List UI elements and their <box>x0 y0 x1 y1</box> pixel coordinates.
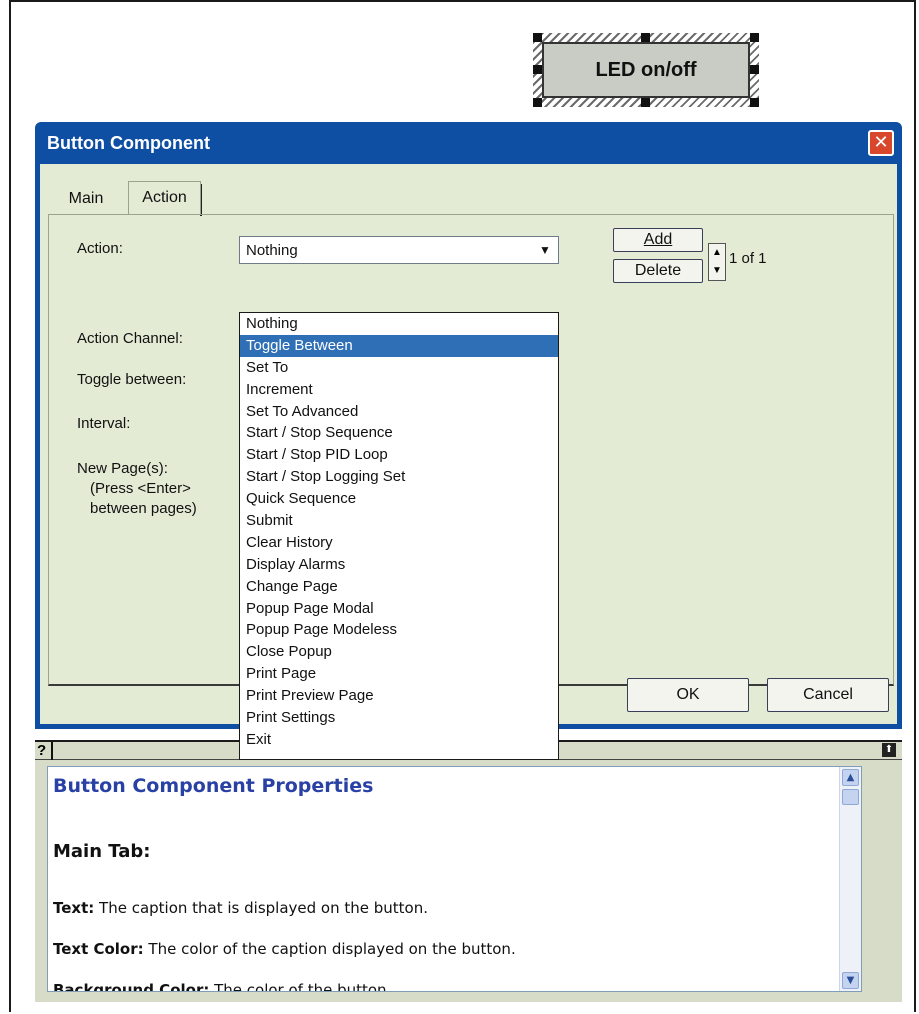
help-line-text-color: Text Color: The color of the caption dis… <box>53 940 516 958</box>
action-select-value: Nothing <box>246 242 298 259</box>
led-onoff-button[interactable]: LED on/off <box>542 42 750 98</box>
resize-handle-s[interactable] <box>641 98 650 107</box>
dropdown-option-selected[interactable]: Toggle Between <box>240 334 558 357</box>
interval-label: Interval: <box>77 415 131 432</box>
help-content: Button Component Properties Main Tab: Te… <box>47 766 862 992</box>
dropdown-option[interactable]: Start / Stop Logging Set <box>240 466 558 488</box>
new-pages-label: New Page(s): <box>77 460 168 477</box>
delete-button[interactable]: Delete <box>613 259 703 283</box>
add-button[interactable]: Add <box>613 228 703 252</box>
help-term: Background Color: <box>53 981 210 992</box>
dropdown-option[interactable]: Close Popup <box>240 641 558 663</box>
chevron-down-icon[interactable]: ▼ <box>536 241 554 259</box>
action-dropdown-list[interactable]: Nothing Toggle Between Set To Increment … <box>239 312 559 760</box>
resize-handle-n[interactable] <box>641 33 650 42</box>
action-label: Action: <box>77 240 123 257</box>
resize-handle-nw[interactable] <box>533 33 542 42</box>
dropdown-option[interactable]: Exit <box>240 729 558 751</box>
resize-handle-e[interactable] <box>750 65 759 74</box>
dropdown-option[interactable]: Quick Sequence <box>240 488 558 510</box>
cancel-button[interactable]: Cancel <box>767 678 889 712</box>
dropdown-option[interactable]: Print Settings <box>240 707 558 729</box>
ok-button[interactable]: OK <box>627 678 749 712</box>
help-heading: Button Component Properties <box>53 775 374 797</box>
action-select[interactable]: Nothing ▼ <box>239 236 559 264</box>
help-desc: The color of the caption displayed on th… <box>143 940 516 958</box>
dropdown-option[interactable]: Popup Page Modal <box>240 598 558 620</box>
dropdown-option[interactable]: Print Page <box>240 663 558 685</box>
resize-handle-sw[interactable] <box>533 98 542 107</box>
dropdown-option[interactable]: Set To Advanced <box>240 401 558 423</box>
record-spinner[interactable]: ▲ ▼ <box>708 243 726 281</box>
dropdown-option[interactable]: Clear History <box>240 532 558 554</box>
spin-down-icon[interactable]: ▼ <box>709 262 725 280</box>
action-channel-label: Action Channel: <box>77 330 183 347</box>
dialog-title: Button Component <box>47 133 210 153</box>
new-pages-hint-2: between pages) <box>90 500 197 517</box>
scroll-thumb[interactable] <box>842 789 859 805</box>
dropdown-option[interactable]: Nothing <box>240 313 558 335</box>
dropdown-option[interactable]: Display Alarms <box>240 554 558 576</box>
resize-handle-ne[interactable] <box>750 33 759 42</box>
help-term: Text: <box>53 899 95 917</box>
toggle-between-label: Toggle between: <box>77 371 187 388</box>
help-line-background-color: Background Color: The color of the butto… <box>53 981 392 992</box>
dropdown-option[interactable]: Change Page <box>240 576 558 598</box>
dropdown-option[interactable]: Start / Stop Sequence <box>240 422 558 444</box>
dropdown-option[interactable]: Set To <box>240 357 558 379</box>
tab-main[interactable]: Main <box>54 184 118 214</box>
close-icon[interactable]: ✕ <box>868 130 894 156</box>
help-desc: The color of the button. <box>209 981 392 992</box>
dropdown-option[interactable]: Increment <box>240 379 558 401</box>
help-term: Text Color: <box>53 940 144 958</box>
dropdown-option[interactable]: Popup Page Modeless <box>240 619 558 641</box>
record-counter: 1 of 1 <box>729 250 767 267</box>
help-pane: ? Help ⬆ Button Component Properties Mai… <box>35 740 902 1002</box>
button-component-dialog: Button Component ✕ Main Action Action: A… <box>35 122 902 760</box>
dialog-titlebar[interactable]: Button Component ✕ <box>35 122 902 164</box>
help-scrollbar[interactable]: ▲ ▼ <box>839 767 861 991</box>
resize-handle-w[interactable] <box>533 65 542 74</box>
help-desc: The caption that is displayed on the but… <box>94 899 429 917</box>
help-subheading: Main Tab: <box>53 841 151 862</box>
resize-handle-se[interactable] <box>750 98 759 107</box>
scroll-up-icon[interactable]: ▲ <box>842 769 859 786</box>
help-line-text: Text: The caption that is displayed on t… <box>53 899 428 917</box>
tab-action[interactable]: Action <box>128 181 201 214</box>
dialog-client-area: Main Action Action: Action Channel: Togg… <box>40 164 897 760</box>
dropdown-option[interactable]: Start / Stop PID Loop <box>240 444 558 466</box>
spin-up-icon[interactable]: ▲ <box>709 244 725 262</box>
pin-icon[interactable]: ⬆ <box>882 743 896 757</box>
scroll-down-icon[interactable]: ▼ <box>842 972 859 989</box>
new-pages-hint-1: (Press <Enter> <box>90 480 191 497</box>
dropdown-option[interactable]: Print Preview Page <box>240 685 558 707</box>
dropdown-option[interactable]: Submit <box>240 510 558 532</box>
led-button-selection[interactable]: LED on/off <box>533 33 759 107</box>
